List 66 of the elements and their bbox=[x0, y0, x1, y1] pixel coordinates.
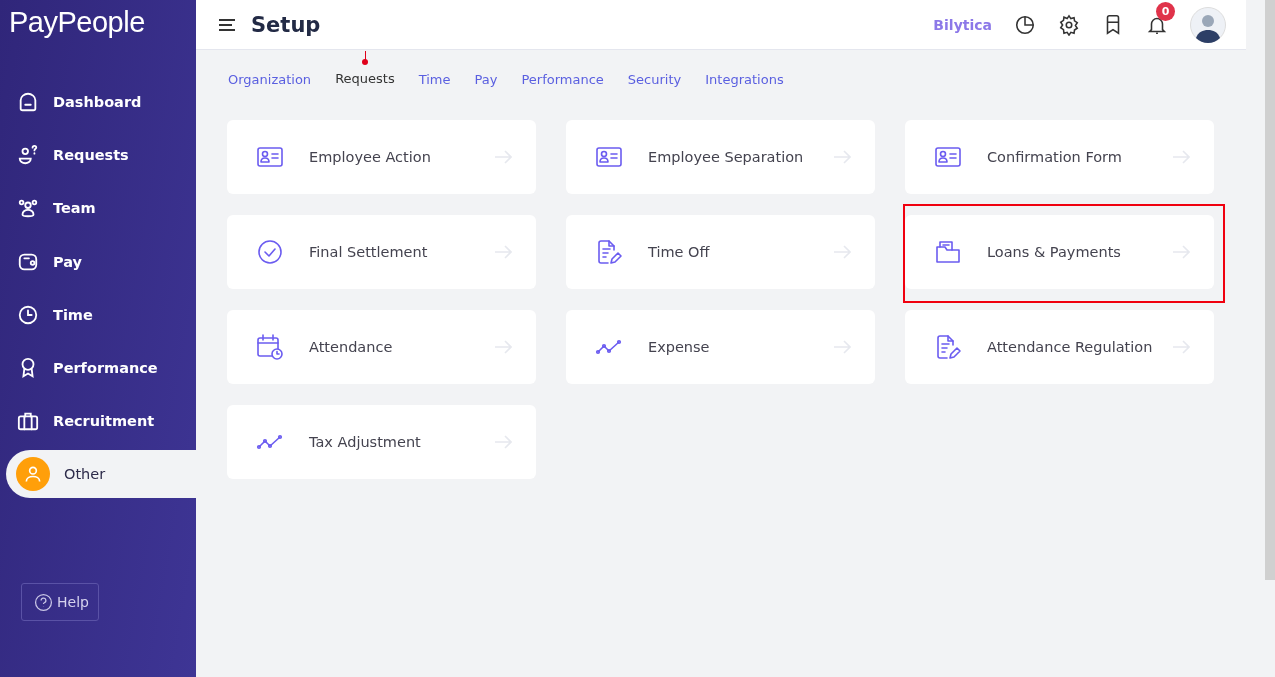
tab[interactable]: Performance bbox=[521, 51, 604, 88]
setup-card[interactable]: Expense bbox=[566, 310, 875, 384]
avatar-icon[interactable] bbox=[1190, 6, 1226, 43]
menu-icon[interactable] bbox=[218, 17, 236, 32]
tab[interactable]: Security bbox=[627, 51, 682, 88]
briefcase-icon bbox=[17, 410, 39, 433]
arrow-right-icon bbox=[833, 150, 851, 164]
sidebar-item[interactable]: Dashboard bbox=[0, 75, 196, 129]
arrow-right-icon bbox=[1172, 245, 1190, 259]
card-title: Attendance Regulation bbox=[987, 339, 1154, 355]
arrow-right-icon bbox=[494, 245, 512, 259]
tab[interactable]: Time bbox=[418, 51, 451, 88]
setup-card[interactable]: Time Off bbox=[566, 215, 875, 289]
arrow-right-icon bbox=[494, 435, 512, 449]
tab[interactable]: Integrations bbox=[705, 51, 784, 88]
arrow-right-icon bbox=[1172, 150, 1190, 164]
document-pen-icon bbox=[934, 333, 962, 361]
team-icon bbox=[17, 197, 39, 220]
setup-card[interactable]: Attendance bbox=[227, 310, 536, 384]
setup-card[interactable]: Employee Action bbox=[227, 120, 536, 194]
sidebar-item[interactable]: Team bbox=[0, 181, 196, 235]
tab[interactable]: Organization bbox=[228, 51, 312, 88]
arrow-right-icon bbox=[1172, 340, 1190, 354]
card-title: Tax Adjustment bbox=[309, 434, 422, 450]
home-icon bbox=[17, 90, 39, 113]
person-question-icon bbox=[17, 143, 39, 166]
notification-count: 0 bbox=[1156, 1, 1175, 21]
card-title: Loans & Payments bbox=[987, 244, 1122, 260]
sidebar-item[interactable]: Other bbox=[6, 450, 196, 499]
setup-card[interactable]: Attendance Regulation bbox=[905, 310, 1214, 384]
setup-card[interactable]: Employee Separation bbox=[566, 120, 875, 194]
card-title: Confirmation Form bbox=[987, 149, 1123, 165]
sidebar-item[interactable]: Performance bbox=[0, 341, 196, 395]
sidebar-item[interactable]: Pay bbox=[0, 234, 196, 289]
user-icon bbox=[16, 457, 50, 492]
card-title: Expense bbox=[648, 339, 711, 355]
company-link[interactable]: Bilytica bbox=[933, 16, 992, 33]
sidebar-item[interactable]: Requests bbox=[0, 128, 196, 182]
setup-card[interactable]: Loans & Payments bbox=[905, 215, 1214, 289]
card-title: Employee Separation bbox=[648, 149, 805, 165]
clock-icon bbox=[17, 303, 39, 326]
card-title: Time Off bbox=[648, 244, 711, 260]
arrow-right-icon bbox=[494, 150, 512, 164]
arrow-right-icon bbox=[494, 340, 512, 354]
setup-card[interactable]: Tax Adjustment bbox=[227, 405, 536, 479]
help-button[interactable]: Help bbox=[21, 583, 99, 622]
document-pen-icon bbox=[595, 238, 623, 266]
tab[interactable]: Requests bbox=[335, 51, 395, 87]
card-title: Final Settlement bbox=[309, 244, 429, 260]
setup-card[interactable]: Confirmation Form bbox=[905, 120, 1214, 194]
page-title: Setup bbox=[251, 12, 321, 37]
settings-icon[interactable] bbox=[1058, 13, 1080, 36]
sidebar-item[interactable]: Time bbox=[0, 288, 196, 342]
sidebar-item[interactable]: Recruitment bbox=[0, 394, 196, 449]
calendar-clock-icon bbox=[256, 333, 284, 361]
arrow-right-icon bbox=[833, 245, 851, 259]
setup-card[interactable]: Final Settlement bbox=[227, 215, 536, 289]
check-circle-icon bbox=[256, 238, 284, 266]
arrow-right-icon bbox=[833, 340, 851, 354]
question-icon bbox=[34, 592, 53, 612]
card-title: Employee Action bbox=[309, 149, 432, 165]
card-title: Attendance bbox=[309, 339, 394, 355]
tab[interactable]: Pay bbox=[474, 51, 498, 88]
folder-icon bbox=[934, 238, 962, 266]
pie-chart-icon[interactable] bbox=[1014, 13, 1036, 36]
logo: PayPeople bbox=[8, 5, 146, 40]
